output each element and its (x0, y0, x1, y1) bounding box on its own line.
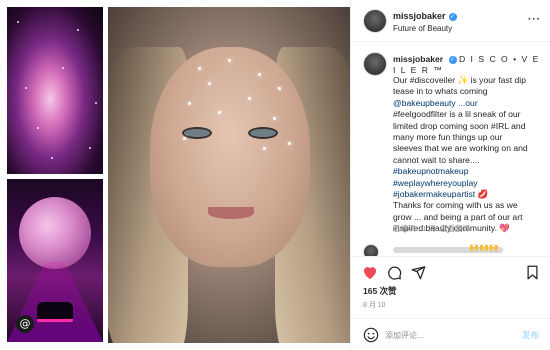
verified-badge-icon: ✓ (448, 55, 457, 64)
avatar[interactable] (363, 9, 387, 33)
instagram-post-view: @ missjobaker ✓ Future of Beauty ··· mis… (0, 0, 550, 350)
header-subtitle[interactable]: Future of Beauty (393, 24, 452, 33)
heart-filled-icon[interactable] (361, 263, 379, 281)
comment-icon[interactable] (385, 263, 403, 281)
caption-meta: 已编辑 · 1 周 查看翻译 (393, 224, 471, 233)
car-graphic (37, 302, 73, 322)
caption-line: cannot wait to share.... (393, 154, 480, 165)
post-comment-button[interactable]: 发布 (522, 329, 539, 341)
share-icon[interactable] (409, 263, 427, 281)
hashtag-link[interactable]: #weplaywhereyouplay (393, 178, 545, 189)
nebula-thumbnail[interactable] (7, 7, 103, 174)
related-posts-column: @ (0, 0, 108, 350)
caption-line: sleeves that we are working on and (393, 143, 528, 154)
caption-line: many more fun things up our (393, 132, 503, 143)
header-username[interactable]: missjobaker ✓ (393, 11, 457, 21)
add-comment-bar: 发布 (351, 318, 550, 350)
comment-emojis: 🙌🙌🙌 (469, 243, 499, 252)
comment-preview: 🙌🙌🙌 (351, 240, 550, 256)
caption-line: #feelgoodfilter is a lil sneak of our (393, 109, 521, 120)
more-horizontal-icon[interactable]: ··· (528, 14, 541, 25)
see-translation-link[interactable]: 查看翻译 (440, 224, 470, 233)
post-actions (351, 256, 550, 286)
caption-line: Our #discoveiler ✨ is your fast dip (393, 75, 526, 85)
caption-avatar[interactable] (363, 52, 387, 76)
emoji-icon[interactable] (363, 327, 379, 343)
post-details-panel: missjobaker ✓ Future of Beauty ··· missjo… (350, 0, 550, 350)
verified-badge-icon: ✓ (448, 12, 457, 21)
hashtag-link[interactable]: #jobakermakeupartist 💋 (393, 189, 545, 200)
caption-heading: missjobaker ✓ D I S C O • V E I L E R ™ (393, 54, 543, 76)
caption-text: Our #discoveiler ✨ is your fast dip teas… (393, 75, 545, 235)
caption-line: grow ... and being a part of our art (393, 211, 523, 222)
moon-graphic (19, 197, 91, 269)
bookmark-icon[interactable] (523, 263, 541, 281)
hashtag-link[interactable]: #bakeupnotmakeup (393, 166, 545, 177)
like-count[interactable]: 165 次赞 (363, 285, 397, 297)
post-photo[interactable] (108, 7, 350, 343)
caption-line: Thanks for coming with us as we (393, 200, 518, 211)
threads-icon[interactable]: @ (16, 315, 34, 333)
face-graphic (150, 47, 310, 267)
post-caption: missjobaker ✓ D I S C O • V E I L E R ™ … (351, 42, 550, 240)
post-date: 8 月 10 (363, 302, 386, 309)
synthwave-car-thumbnail[interactable]: @ (7, 179, 103, 342)
commenter-avatar[interactable] (363, 244, 379, 256)
post-header: missjobaker ✓ Future of Beauty ··· (351, 0, 550, 42)
mention-link[interactable]: @bakeupbeauty ...our (393, 98, 545, 109)
caption-line: limited drop coming soon #IRL and (393, 120, 526, 131)
comment-input[interactable] (385, 328, 505, 342)
caption-username[interactable]: missjobaker (393, 54, 443, 64)
caption-line: tease in to whats coming (393, 86, 488, 97)
